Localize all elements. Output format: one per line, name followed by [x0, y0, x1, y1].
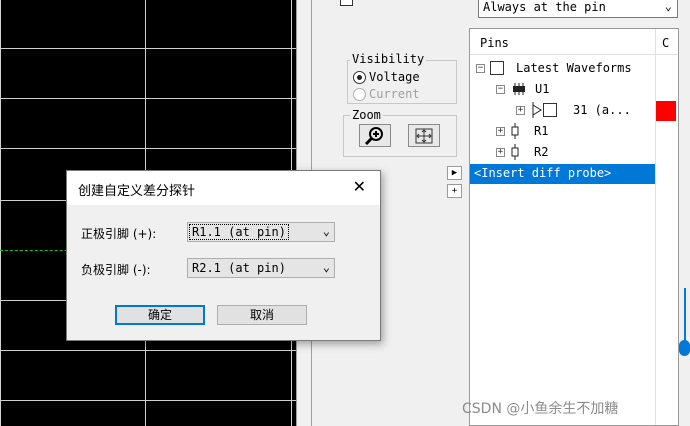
plus-icon: + [451, 186, 458, 196]
zoom-in-icon [364, 126, 383, 145]
insert-diff-probe-row[interactable]: <Insert diff probe> [470, 164, 655, 184]
dialog-title: 创建自定义差分探针 [78, 184, 196, 199]
radio-selected-icon [353, 70, 366, 84]
zoom-title: Zoom [350, 108, 383, 122]
add-probe-arrow-button[interactable]: ▶ [447, 166, 462, 180]
negative-pin-select[interactable]: R2.1 (at pin) ⌄ [187, 258, 335, 278]
zoom-in-button[interactable] [359, 124, 391, 147]
expand-icon[interactable]: + [516, 105, 525, 115]
play-arrow-icon: ▶ [451, 168, 458, 178]
checkbox[interactable] [490, 61, 504, 75]
color-swatch[interactable] [656, 101, 676, 121]
dialog-titlebar[interactable]: 创建自定义差分探针 ✕ [67, 171, 380, 205]
column-separator [655, 29, 656, 425]
tree-item-label: 31 (a... [573, 103, 631, 117]
pins-column-header[interactable]: Pins [480, 36, 509, 50]
chip-icon [513, 83, 525, 95]
expand-icon[interactable]: + [496, 147, 505, 157]
expand-icon[interactable]: + [496, 126, 505, 136]
current-radio: Current [353, 87, 420, 101]
visibility-title: Visibility [350, 52, 427, 66]
diff-probe-dialog[interactable]: 创建自定义差分探针 ✕ 正极引脚 (+): R1.1 (at pin) ⌄ 负极… [66, 170, 381, 341]
chevron-down-icon: ⌄ [664, 0, 672, 13]
add-probe-plus-button[interactable]: + [447, 184, 462, 198]
pins-tree-panel[interactable]: Pins C − Latest Waveforms − U1 + 31 (a..… [469, 28, 679, 426]
scroll-thumb[interactable] [679, 340, 690, 356]
cancel-button[interactable]: 取消 [217, 305, 307, 325]
tree-item-r1[interactable]: + R1 [496, 121, 548, 141]
positive-pin-label: 正极引脚 (+): [81, 227, 157, 241]
pins-header: Pins C [470, 29, 678, 55]
current-label: Current [369, 87, 420, 101]
resistor-icon [511, 144, 519, 160]
tree-item-label: R1 [534, 124, 549, 138]
tree-item-label: R2 [534, 145, 549, 159]
tree-item-r2[interactable]: + R2 [496, 142, 548, 162]
chevron-down-icon: ⌄ [322, 260, 330, 274]
probe-icon [532, 102, 542, 118]
close-icon[interactable]: ✕ [353, 177, 366, 196]
tree-item-label: Latest Waveforms [516, 61, 632, 75]
collapse-icon[interactable]: − [476, 63, 485, 73]
fit-view-icon [415, 128, 433, 143]
zoom-fit-button[interactable] [408, 124, 440, 147]
voltage-label: Voltage [369, 70, 420, 84]
ok-button[interactable]: 确定 [115, 305, 205, 325]
collapse-icon[interactable]: − [496, 84, 505, 94]
probe-mode-select[interactable]: Always at the pin ⌄ [478, 0, 678, 18]
resistor-icon [511, 123, 519, 139]
tree-item-label: U1 [535, 82, 550, 96]
negative-pin-label: 负极引脚 (-): [81, 263, 151, 277]
probe-mode-value: Always at the pin [483, 0, 606, 14]
chevron-down-icon: ⌄ [322, 224, 330, 238]
tree-item-latest-waveforms[interactable]: − Latest Waveforms [476, 58, 632, 78]
tree-item-u1[interactable]: − U1 [496, 79, 549, 99]
color-column-header[interactable]: C [662, 36, 669, 50]
positive-pin-select[interactable]: R1.1 (at pin) ⌄ [187, 222, 335, 242]
voltage-radio[interactable]: Voltage [353, 70, 420, 84]
positive-pin-value: R1.1 (at pin) [189, 224, 289, 240]
negative-pin-value: R2.1 (at pin) [192, 261, 286, 275]
watermark: CSDN @小鱼余生不加糖 [462, 401, 619, 417]
radio-disabled-icon [353, 87, 366, 101]
checkbox[interactable] [543, 103, 557, 117]
top-checkbox[interactable] [340, 0, 353, 6]
tree-item-pin-31[interactable]: + 31 (a... [516, 100, 631, 120]
vertical-scrollbar[interactable] [679, 28, 690, 426]
